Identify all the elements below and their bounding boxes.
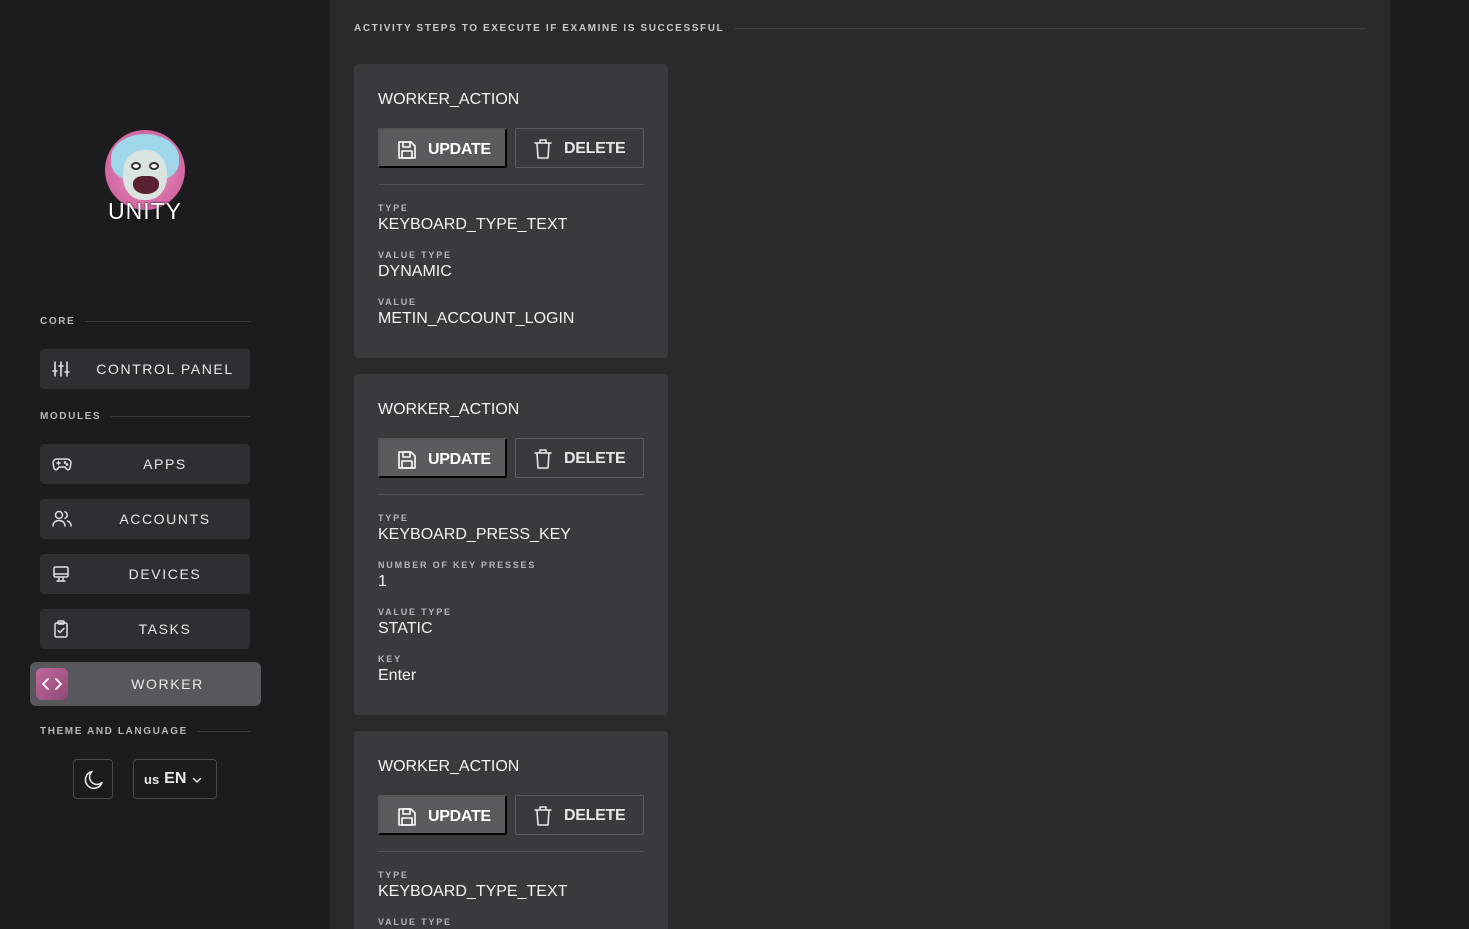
card-title: WORKER_ACTION [378,758,520,775]
field-label: TYPE [378,513,409,523]
sidebar-item-worker[interactable]: WORKER [30,662,261,706]
sidebar-item-tasks[interactable]: TASKS [40,609,250,649]
save-icon [396,449,418,471]
users-icon [52,510,72,528]
card-divider [378,184,644,185]
field-value-type: VALUE TYPE [378,917,452,927]
field-value: STATIC [378,620,433,637]
sidebar-item-label: CONTROL PANEL [96,361,234,377]
language-select[interactable]: us EN [133,759,217,799]
field-type: TYPE KEYBOARD_PRESS_KEY [378,513,571,544]
sidebar-item-devices[interactable]: DEVICES [40,554,250,594]
field-value: METIN_ACCOUNT_LOGIN [378,310,575,327]
page-section-heading: ACTIVITY STEPS TO EXECUTE IF EXAMINE IS … [354,23,1366,34]
code-icon [36,668,68,700]
field-label: VALUE TYPE [378,917,452,927]
gamepad-icon [52,455,72,473]
field-type: TYPE KEYBOARD_TYPE_TEXT [378,870,567,901]
update-button[interactable]: UPDATE [378,128,507,168]
trash-icon [532,138,554,160]
field-key: KEY Enter [378,654,416,685]
brand-logo[interactable]: UNITY [104,130,186,225]
sidebar-item-label: DEVICES [128,566,202,582]
delete-button-label: DELETE [564,450,626,467]
field-value: 1 [378,573,387,590]
card-divider [378,494,644,495]
field-type: TYPE KEYBOARD_TYPE_TEXT [378,203,567,234]
brand-name: UNITY [108,198,182,224]
field-label: NUMBER OF KEY PRESSES [378,560,537,570]
sidebar-item-control-panel[interactable]: CONTROL PANEL [40,349,250,389]
trash-icon [532,805,554,827]
field-value: Enter [378,667,417,684]
worker-action-card: WORKER_ACTION UPDATE DELETE TYPE KEYBOAR… [354,64,668,358]
delete-button-label: DELETE [564,140,626,157]
field-key-presses: NUMBER OF KEY PRESSES 1 [378,560,536,591]
sidebar-item-label: TASKS [138,621,192,637]
field-value: KEYBOARD_PRESS_KEY [378,526,571,543]
theme-toggle-button[interactable] [73,759,113,799]
update-button[interactable]: UPDATE [378,795,507,835]
field-value: KEYBOARD_TYPE_TEXT [378,216,568,233]
worker-action-card: WORKER_ACTION UPDATE DELETE TYPE KEYBOAR… [354,731,668,929]
worker-action-card: WORKER_ACTION UPDATE DELETE TYPE KEYBOAR… [354,374,668,715]
section-title-theme-language-label: THEME AND LANGUAGE [40,726,188,737]
field-label: VALUE [378,297,417,307]
update-button-label: UPDATE [428,808,491,825]
field-value: DYNAMIC [378,263,452,280]
card-divider [378,851,644,852]
main-content: ACTIVITY STEPS TO EXECUTE IF EXAMINE IS … [330,0,1390,929]
section-title-core-label: CORE [40,316,76,327]
save-icon [396,806,418,828]
chevron-down-icon [192,772,202,787]
save-icon [396,139,418,161]
section-title-theme-language: THEME AND LANGUAGE [40,726,250,737]
language-code: EN [164,770,187,787]
sidebar-item-label: WORKER [131,676,204,692]
delete-button[interactable]: DELETE [515,438,644,478]
page-section-heading-label: ACTIVITY STEPS TO EXECUTE IF EXAMINE IS … [354,23,725,34]
card-title: WORKER_ACTION [378,401,520,418]
section-title-core: CORE [40,316,250,327]
sidebar-item-apps[interactable]: APPS [40,444,250,484]
update-button-label: UPDATE [428,451,491,468]
clipboard-check-icon [52,620,70,638]
section-title-modules-label: MODULES [40,411,102,422]
delete-button-label: DELETE [564,807,626,824]
sidebar-item-accounts[interactable]: ACCOUNTS [40,499,250,539]
field-value: VALUE METIN_ACCOUNT_LOGIN [378,297,574,328]
field-value-type: VALUE TYPE STATIC [378,607,452,638]
field-label: VALUE TYPE [378,250,452,260]
field-value-type: VALUE TYPE DYNAMIC [378,250,452,281]
delete-button[interactable]: DELETE [515,795,644,835]
field-label: VALUE TYPE [378,607,452,617]
field-label: TYPE [378,870,409,880]
field-label: KEY [378,654,402,664]
sliders-icon [52,360,70,378]
right-gutter [1390,0,1469,929]
sidebar-item-label: APPS [143,456,187,472]
card-title: WORKER_ACTION [378,91,520,108]
section-title-modules: MODULES [40,411,250,422]
sidebar: UNITY CORE CONTROL PANEL MODULES APPS AC… [0,0,330,929]
delete-button[interactable]: DELETE [515,128,644,168]
moon-icon [83,769,105,794]
field-value: KEYBOARD_TYPE_TEXT [378,883,568,900]
update-button[interactable]: UPDATE [378,438,507,478]
field-label: TYPE [378,203,409,213]
sidebar-item-label: ACCOUNTS [119,511,211,527]
language-flag: us [144,771,160,787]
monitor-icon [52,565,70,583]
trash-icon [532,448,554,470]
update-button-label: UPDATE [428,141,491,158]
